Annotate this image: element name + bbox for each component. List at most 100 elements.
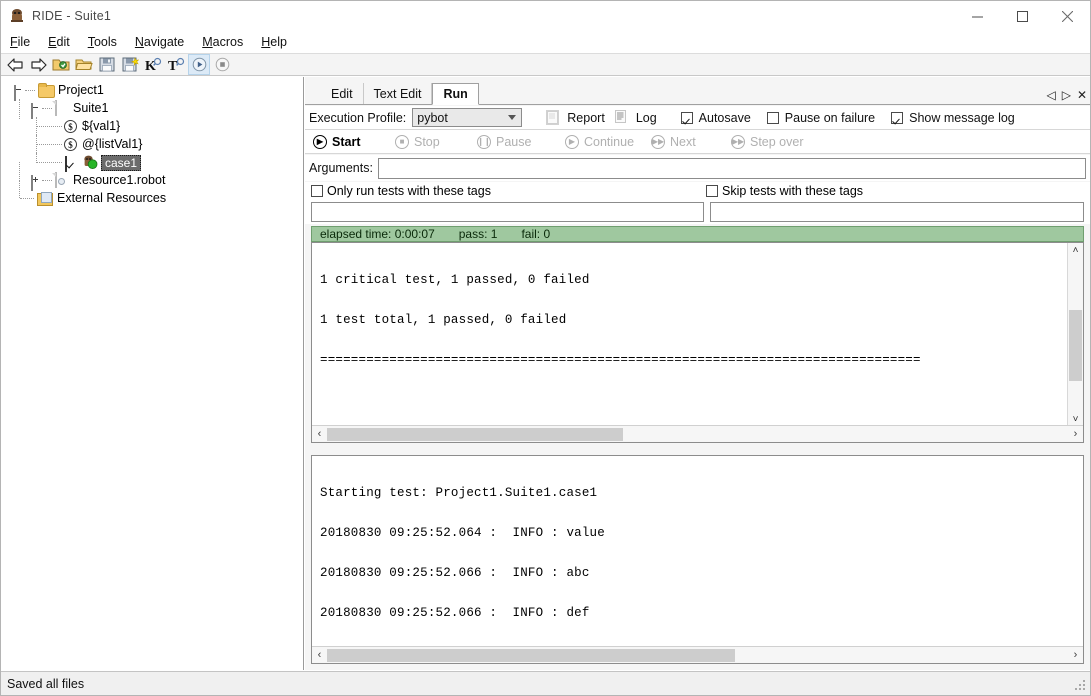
tree-node-label: Suite1 [73,101,109,115]
scroll-up-icon[interactable]: ˄ [1068,243,1084,258]
ride-robot-icon [9,8,25,24]
open-directory-icon[interactable] [50,54,72,75]
maximize-button[interactable] [1000,1,1045,31]
next-button: ▶▶ Next [651,134,731,149]
execution-config-row: Execution Profile: pybot Report Log Auto… [305,106,1090,130]
forward-arrow-icon[interactable] [27,54,49,75]
fail-count: fail: 0 [521,227,551,241]
test-case-checkbox[interactable] [65,156,67,172]
tab-navigation: ◁ ▷ ✕ [1046,88,1087,102]
pause-on-failure-checkbox[interactable] [766,111,779,124]
output-h-scroll-track[interactable] [327,426,1068,442]
menu-edit[interactable]: Edit [39,33,79,51]
tree-connector [37,126,62,127]
tab-label: Text Edit [373,86,422,101]
run-icon[interactable] [188,54,210,75]
report-button[interactable]: Report [567,111,605,125]
exclude-tags-checkbox[interactable] [706,185,718,197]
arguments-row: Arguments: [305,155,1090,181]
scroll-left-icon[interactable]: ‹ [312,647,327,663]
message-log-horizontal-scrollbar[interactable]: ‹ › [312,646,1083,663]
expander-resource1[interactable] [31,175,33,191]
start-button[interactable]: ▶ Start [313,134,395,149]
tab-close-icon[interactable]: ✕ [1077,88,1087,102]
window-title: RIDE - Suite1 [32,9,112,23]
expander-project1[interactable] [14,85,16,101]
chevron-down-icon [508,115,517,120]
scroll-right-icon[interactable]: › [1068,426,1083,442]
output-line: ========================================… [320,353,921,368]
save-icon[interactable] [96,54,118,75]
message-line: 20180830 09:25:52.066 : INFO : def [320,606,590,621]
back-arrow-icon[interactable] [4,54,26,75]
tree-node-case1[interactable]: case1 [1,153,303,173]
close-button[interactable] [1045,1,1090,31]
tree-node-suite1[interactable]: Suite1 [1,99,303,119]
output-line: 1 test total, 1 passed, 0 failed [320,313,567,328]
robot-pass-icon [82,155,98,173]
tree-connector [37,162,62,163]
include-tags-toggle[interactable]: Only run tests with these tags [311,184,706,198]
run-controls-row: ▶ Start ■ Stop ❙❙ Pause ▶ Continue ▶▶ Ne… [305,130,1090,154]
menu-navigate[interactable]: Navigate [126,33,193,51]
output-h-scroll-thumb[interactable] [327,427,624,441]
tree-node-external-resources[interactable]: External Resources [1,180,303,208]
menu-tools[interactable]: Tools [79,33,126,51]
run-output-panel[interactable]: 1 critical test, 1 passed, 0 failed 1 te… [311,242,1084,443]
include-tags-input[interactable] [311,202,704,222]
tree-node-label: Project1 [58,83,104,97]
message-log-panel[interactable]: Starting test: Project1.Suite1.case1 201… [311,455,1084,664]
scroll-left-icon[interactable]: ‹ [312,426,327,442]
tab-text-edit[interactable]: Text Edit [364,83,433,104]
output-vertical-scrollbar[interactable]: ˄ ˅ [1067,243,1083,427]
tab-edit[interactable]: Edit [321,83,364,104]
message-log: Starting test: Project1.Suite1.case1 201… [312,456,1083,663]
search-tests-icon[interactable]: T [165,54,187,75]
resize-grip-icon[interactable] [1075,680,1087,692]
tree-connector [19,99,20,119]
show-message-log-checkbox[interactable] [891,111,904,124]
log-document-icon [614,110,628,125]
tab-next-icon[interactable]: ▷ [1062,88,1071,102]
autosave-checkbox[interactable] [680,111,693,124]
arguments-label: Arguments: [309,161,373,175]
tab-label: Run [443,87,468,101]
menu-help[interactable]: Help [252,33,296,51]
next-icon: ▶▶ [651,134,665,149]
project-tree[interactable]: Project1 Suite1 $ ${val1} $ @{listVal1} [1,77,304,670]
tree-node-listval1[interactable]: $ @{listVal1} [1,135,303,155]
tree-node-val1[interactable]: $ ${val1} [1,117,303,137]
arguments-input[interactable] [377,157,1086,179]
open-file-icon[interactable] [73,54,95,75]
log-button[interactable]: Log [636,111,657,125]
next-label: Next [670,134,696,149]
execution-profile-select[interactable]: pybot [412,108,523,127]
output-v-scroll-thumb[interactable] [1068,310,1082,382]
tree-node-project1[interactable]: Project1 [1,82,303,101]
minimize-button[interactable] [955,1,1000,31]
save-all-icon[interactable] [119,54,141,75]
scroll-right-icon[interactable]: › [1068,647,1083,663]
tab-prev-icon[interactable]: ◁ [1046,88,1055,102]
stop-icon[interactable] [211,54,233,75]
autosave-label: Autosave [698,110,751,125]
tree-node-resource1[interactable]: Resource1.robot [1,162,303,191]
run-output-log: 1 critical test, 1 passed, 0 failed 1 te… [312,243,1083,442]
tree-connector [37,144,62,145]
menu-file[interactable]: File [1,33,39,51]
tab-run[interactable]: Run [432,83,479,105]
stop-button: ■ Stop [395,134,477,149]
message-h-scroll-thumb[interactable] [327,648,735,662]
menu-macros[interactable]: Macros [193,33,252,51]
message-h-scroll-track[interactable] [327,647,1068,663]
svg-text:T: T [168,59,178,72]
pause-label: Pause [496,134,532,149]
expander-suite1[interactable] [31,103,33,119]
include-tags-checkbox[interactable] [311,185,323,197]
exclude-tags-toggle[interactable]: Skip tests with these tags [706,184,863,198]
exclude-tags-input[interactable] [710,202,1084,222]
pause-button: ❙❙ Pause [477,134,565,149]
search-keyword-icon[interactable]: K [142,54,164,75]
output-v-scroll-track[interactable] [1068,258,1084,412]
output-horizontal-scrollbar[interactable]: ‹ › [312,425,1083,442]
